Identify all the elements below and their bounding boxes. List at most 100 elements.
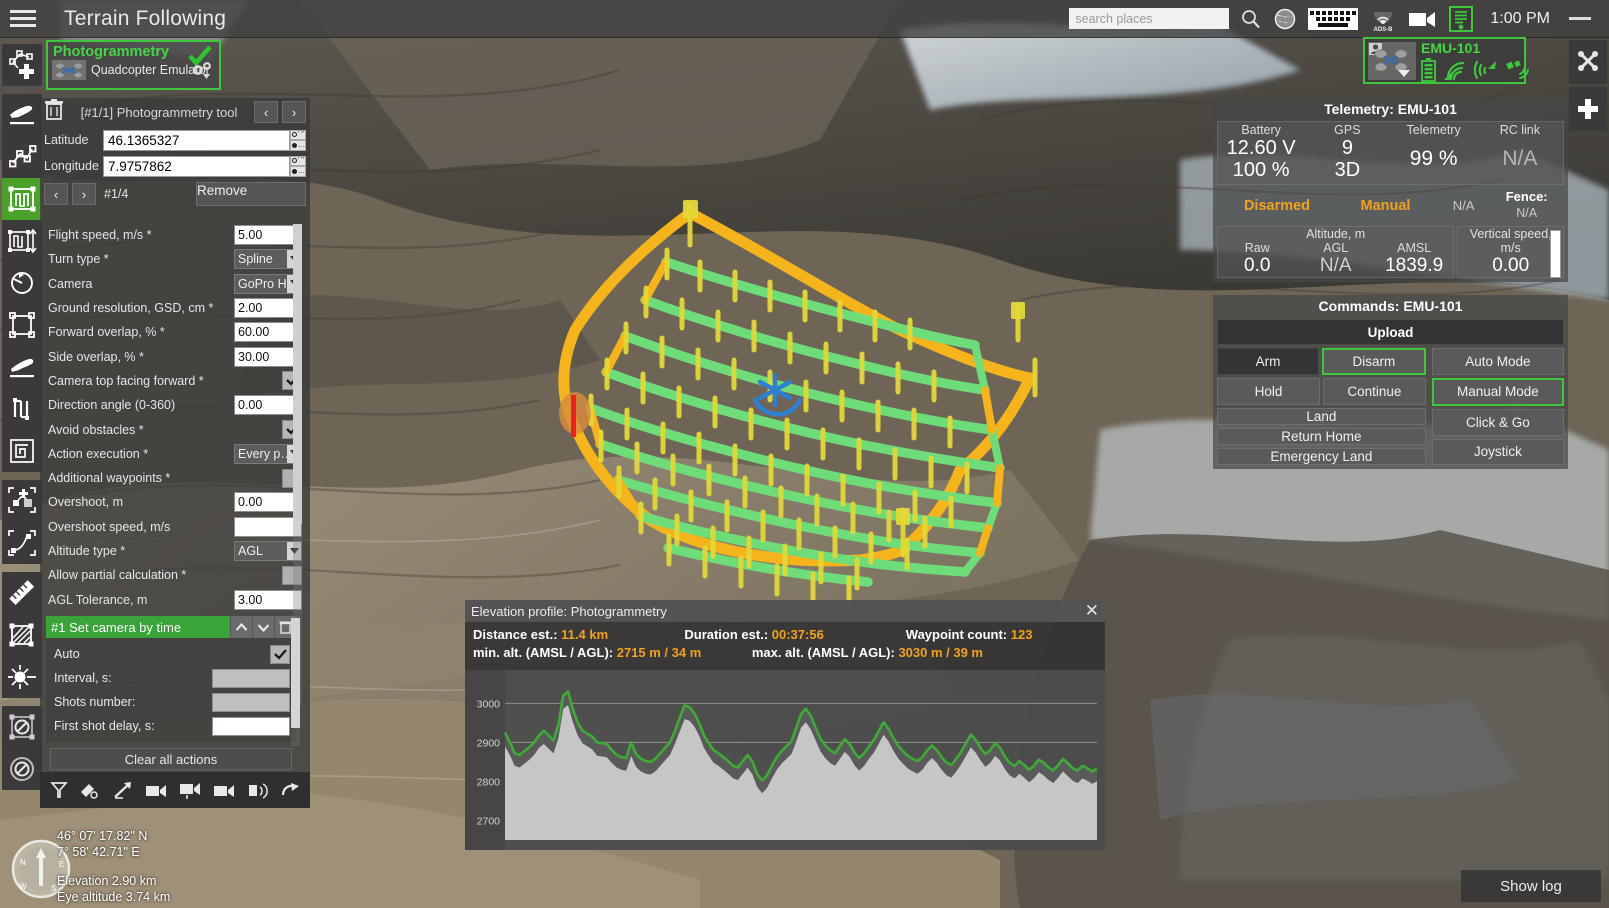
latitude-input[interactable] xyxy=(103,130,290,151)
keyboard-icon[interactable] xyxy=(1308,8,1358,30)
latitude-format-buttons[interactable]: ′ ″ … xyxy=(290,130,306,151)
auto-checkbox[interactable] xyxy=(270,645,290,664)
search-icon[interactable] xyxy=(1240,8,1262,30)
prev-point-button[interactable]: ‹ xyxy=(44,183,68,205)
altitude-column: Raw0.0 xyxy=(1218,241,1296,277)
search-input[interactable] xyxy=(1069,8,1229,29)
add-point-icon[interactable] xyxy=(2,480,42,522)
perimeter-icon[interactable] xyxy=(2,304,42,346)
parameter-select[interactable]: Spline xyxy=(234,249,302,269)
parameter-select[interactable]: Every p… xyxy=(234,444,302,464)
camera-series-by-time-icon[interactable] xyxy=(178,780,202,800)
circle-icon[interactable] xyxy=(2,262,42,304)
repeat-icon[interactable] xyxy=(279,780,301,800)
mission-route-card[interactable]: Photogrammetry Quadcopter Emulator xyxy=(46,40,221,90)
action-move-up-button[interactable] xyxy=(230,616,252,638)
lat-more-button[interactable]: … xyxy=(290,140,306,151)
ruler-icon[interactable] xyxy=(2,572,42,614)
next-point-button[interactable]: › xyxy=(72,183,96,205)
globe-icon[interactable] xyxy=(1273,7,1297,31)
point-index: #1/4 xyxy=(104,187,128,201)
wait-icon[interactable] xyxy=(49,780,69,800)
parameter-label: Altitude type * xyxy=(48,544,234,558)
adsb-icon[interactable]: ADS-B xyxy=(1369,6,1397,32)
new-route-icon[interactable] xyxy=(2,44,42,86)
minimize-button[interactable] xyxy=(1569,17,1591,20)
set-camera-attitude-icon[interactable] xyxy=(112,780,134,800)
curve-icon[interactable] xyxy=(2,522,42,564)
camera-series-by-distance-icon[interactable] xyxy=(212,781,236,799)
camera-trigger-icon[interactable] xyxy=(144,781,168,799)
click-and-go-button[interactable]: Click & Go xyxy=(1432,409,1564,436)
shots-input[interactable] xyxy=(212,693,290,712)
nofly-circle-icon[interactable] xyxy=(2,748,42,790)
hold-button[interactable]: Hold xyxy=(1217,378,1320,405)
main-menu-button[interactable] xyxy=(0,0,46,38)
route-settings-icon[interactable] xyxy=(191,61,215,86)
parameter-input[interactable]: 2.00 xyxy=(234,298,302,318)
landing-icon[interactable] xyxy=(2,346,42,388)
vehicle-avatar xyxy=(1368,42,1416,80)
land-button[interactable]: Land xyxy=(1217,408,1426,425)
disarm-button[interactable]: Disarm xyxy=(1322,348,1426,375)
prev-tool-button[interactable]: ‹ xyxy=(254,101,278,123)
action-move-down-button[interactable] xyxy=(252,616,274,638)
log-icon[interactable] xyxy=(1449,6,1473,32)
waypoint-icon[interactable] xyxy=(2,136,42,178)
vertical-speed-block: Vertical speed, m/s 0.00 xyxy=(1457,226,1564,278)
layers-icon[interactable] xyxy=(1569,40,1607,84)
parameter-input[interactable]: 5.00 xyxy=(234,225,302,245)
elevation-chart[interactable]: 2700280029003000 xyxy=(465,670,1105,850)
lon-more-button[interactable]: … xyxy=(290,166,306,177)
altitude-title: Altitude, m xyxy=(1218,227,1453,241)
upload-button[interactable]: Upload xyxy=(1217,319,1564,345)
parameter-input[interactable]: 0.00 xyxy=(234,395,302,415)
next-tool-button[interactable]: › xyxy=(282,101,306,123)
emergency-land-button[interactable]: Emergency Land xyxy=(1217,448,1426,465)
longitude-input[interactable] xyxy=(103,156,290,177)
clear-all-actions-button[interactable]: Clear all actions xyxy=(50,748,292,770)
parameter-row: Avoid obstacles * xyxy=(40,417,302,441)
parameter-select[interactable]: GoPro H… xyxy=(234,274,302,294)
parameter-row: Additional waypoints * xyxy=(40,466,302,490)
arm-button[interactable]: Arm xyxy=(1217,348,1319,375)
show-log-button[interactable]: Show log xyxy=(1461,870,1601,902)
parameter-select[interactable]: AGL xyxy=(234,541,302,561)
panorama-icon[interactable] xyxy=(247,780,269,800)
parameter-input[interactable]: 0.00 xyxy=(234,492,302,512)
spiral-icon[interactable] xyxy=(2,430,42,472)
sun-icon[interactable] xyxy=(2,656,42,698)
delete-route-icon[interactable] xyxy=(44,99,64,126)
action-toolbar xyxy=(40,772,310,808)
area-scan-icon[interactable] xyxy=(2,220,42,262)
parameter-input[interactable]: 30.00 xyxy=(234,347,302,367)
parameter-input[interactable]: 3.00 xyxy=(234,590,302,610)
nofly-zone-icon[interactable] xyxy=(2,706,42,748)
joystick-button[interactable]: Joystick xyxy=(1432,439,1564,466)
set-camera-mode-icon[interactable] xyxy=(79,780,101,800)
takeoff-icon[interactable] xyxy=(2,94,42,136)
area-measure-icon[interactable] xyxy=(2,614,42,656)
photogrammetry-tool-icon[interactable] xyxy=(2,178,42,220)
remove-button[interactable]: Remove xyxy=(196,182,306,206)
first-shot-delay-input[interactable] xyxy=(212,717,290,736)
vehicle-status-card[interactable]: EMU-101 xyxy=(1363,37,1526,84)
longitude-format-buttons[interactable]: ′ ″ … xyxy=(290,156,306,177)
continue-button[interactable]: Continue xyxy=(1323,378,1426,405)
manual-mode-button[interactable]: Manual Mode xyxy=(1432,378,1564,407)
vertical-speed-label: Vertical speed, m/s xyxy=(1458,227,1563,255)
add-vehicle-icon[interactable] xyxy=(1569,87,1607,131)
return-home-button[interactable]: Return Home xyxy=(1217,428,1426,445)
action-scrollbar[interactable] xyxy=(291,616,300,746)
lat-dms-button[interactable]: ′ ″ xyxy=(290,130,306,141)
camera-icon[interactable] xyxy=(1408,8,1438,30)
interval-input[interactable] xyxy=(212,669,290,688)
lon-dms-button[interactable]: ′ ″ xyxy=(290,156,306,167)
parameter-row: Turn type *Spline xyxy=(40,247,302,271)
auto-mode-button[interactable]: Auto Mode xyxy=(1432,348,1564,375)
vertical-scan-icon[interactable] xyxy=(2,388,42,430)
telemetry-cells: Battery12.60 V100 %GPS93DTelemetry99 %RC… xyxy=(1217,121,1564,185)
parameter-input[interactable] xyxy=(234,517,302,537)
parameter-input[interactable]: 60.00 xyxy=(234,322,302,342)
close-icon[interactable]: ✕ xyxy=(1085,604,1099,618)
